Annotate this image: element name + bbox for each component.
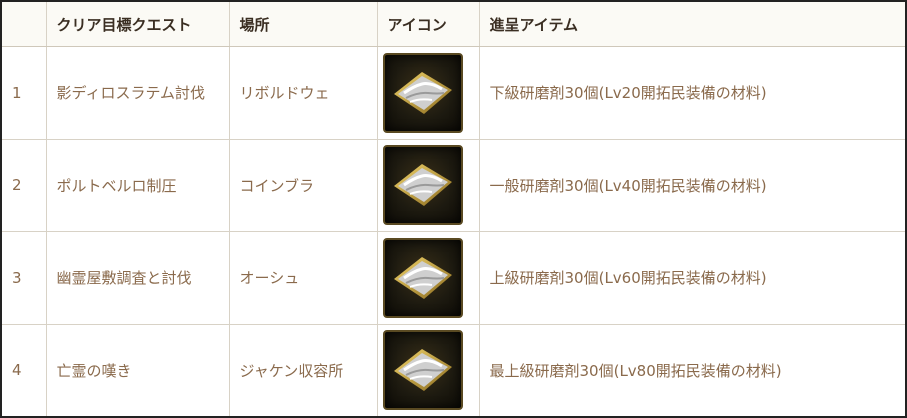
icon-cell: [377, 139, 480, 232]
polishing-compound-icon: [382, 145, 463, 226]
header-num: [2, 2, 47, 47]
row-number: 3: [2, 231, 47, 325]
table-row: 3 幽霊屋敷調査と討伐 オーシュ 上級研磨剤30個(Lv60開拓民装備の材料): [2, 231, 905, 325]
quest-name: ポルトベルロ制圧: [46, 139, 230, 232]
quest-name: 亡霊の嘆き: [46, 324, 230, 416]
header-quest: クリア目標クエスト: [46, 2, 230, 47]
reward-item: 一般研磨剤30個(Lv40開拓民装備の材料): [479, 139, 905, 232]
table-row: 4 亡霊の嘆き ジャケン収容所 最上級研磨剤30個(Lv80開拓民装備の材料): [2, 324, 905, 416]
quest-reward-table: クリア目標クエスト 場所 アイコン 進呈アイテム 1 影ディロスラテム討伐 リボ…: [2, 2, 905, 416]
quest-location: ジャケン収容所: [229, 324, 378, 416]
icon-cell: [377, 231, 480, 325]
header-location: 場所: [229, 2, 378, 47]
polishing-compound-icon: [382, 237, 463, 318]
polishing-compound-icon: [382, 330, 463, 411]
header-icon: アイコン: [377, 2, 480, 47]
quest-location: リボルドウェ: [229, 46, 378, 140]
header-item: 進呈アイテム: [479, 2, 905, 47]
table-row: 1 影ディロスラテム討伐 リボルドウェ 下級研磨剤30個(Lv20開拓民装備の材…: [2, 46, 905, 140]
table-header-row: クリア目標クエスト 場所 アイコン 進呈アイテム: [2, 2, 905, 47]
quest-name: 影ディロスラテム討伐: [46, 46, 230, 140]
quest-reward-table-frame: クリア目標クエスト 場所 アイコン 進呈アイテム 1 影ディロスラテム討伐 リボ…: [0, 0, 907, 418]
row-number: 1: [2, 46, 47, 140]
quest-location: コインブラ: [229, 139, 378, 232]
reward-item: 上級研磨剤30個(Lv60開拓民装備の材料): [479, 231, 905, 325]
row-number: 2: [2, 139, 47, 232]
table-row: 2 ポルトベルロ制圧 コインブラ 一般研磨剤30個(Lv40開拓民装備の材料): [2, 139, 905, 232]
polishing-compound-icon: [382, 52, 463, 133]
row-number: 4: [2, 324, 47, 416]
icon-cell: [377, 324, 480, 416]
reward-item: 最上級研磨剤30個(Lv80開拓民装備の材料): [489, 361, 782, 380]
reward-item: 下級研磨剤30個(Lv20開拓民装備の材料): [479, 46, 905, 140]
icon-cell: [377, 46, 480, 140]
quest-location: オーシュ: [229, 231, 378, 325]
quest-name: 幽霊屋敷調査と討伐: [46, 231, 230, 325]
